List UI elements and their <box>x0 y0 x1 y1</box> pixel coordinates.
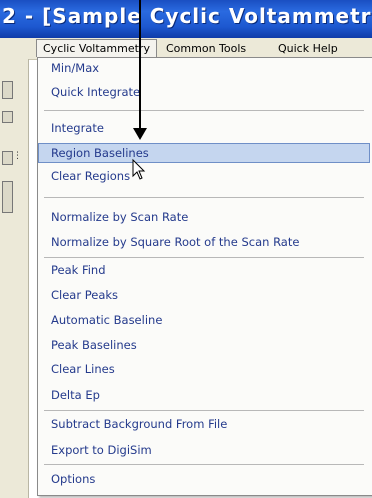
menu-item-delta-ep[interactable]: Delta Ep <box>39 385 369 405</box>
menu-item-normalize-scan-rate[interactable]: Normalize by Scan Rate <box>39 207 369 227</box>
menu-item-normalize-sqrt-scan-rate[interactable]: Normalize by Square Root of the Scan Rat… <box>39 232 369 252</box>
menu-item-peak-baselines[interactable]: Peak Baselines <box>39 335 369 355</box>
toolbar-tool-icon[interactable] <box>2 111 13 123</box>
menu-item-export-digisim[interactable]: Export to DigiSim <box>39 440 369 460</box>
menu-cyclic-voltammetry[interactable]: Cyclic Voltammetry <box>36 39 157 57</box>
menu-item-integrate[interactable]: Integrate <box>39 118 369 138</box>
title-bar: 2 - [Sample Cyclic Voltammetry - F <box>0 0 372 38</box>
menu-separator <box>44 410 364 411</box>
menu-item-options[interactable]: Options <box>39 469 369 489</box>
menu-separator <box>44 110 364 111</box>
menu-item-peak-find[interactable]: Peak Find <box>39 260 369 280</box>
menu-separator <box>44 257 364 258</box>
menu-item-clear-lines[interactable]: Clear Lines <box>39 359 369 379</box>
cyclic-voltammetry-dropdown-menu: Min/Max Quick Integrate Integrate Region… <box>37 57 372 496</box>
menu-item-quick-integrate[interactable]: Quick Integrate <box>39 82 369 102</box>
menu-item-automatic-baseline[interactable]: Automatic Baseline <box>39 310 369 330</box>
toolbar-doc-icon[interactable] <box>2 81 13 99</box>
toolbar-panel-icon[interactable] <box>2 151 13 165</box>
menu-item-min-max[interactable]: Min/Max <box>39 58 369 78</box>
toolbar-list-icon[interactable] <box>2 181 13 213</box>
window-title: 2 - [Sample Cyclic Voltammetry - F <box>2 4 372 28</box>
menu-item-clear-regions[interactable]: Clear Regions <box>39 166 369 186</box>
menu-separator <box>44 197 364 198</box>
toolbar-grip-icon: ⋮ <box>13 151 22 161</box>
menu-item-clear-peaks[interactable]: Clear Peaks <box>39 285 369 305</box>
menu-quick-help[interactable]: Quick Help <box>272 40 344 57</box>
menu-separator <box>44 464 364 465</box>
menu-item-region-baselines[interactable]: Region Baselines <box>38 143 370 163</box>
menu-common-tools[interactable]: Common Tools <box>160 40 252 57</box>
menu-item-subtract-background[interactable]: Subtract Background From File <box>39 414 369 434</box>
left-toolbar-strip: ⋮ <box>0 59 29 498</box>
